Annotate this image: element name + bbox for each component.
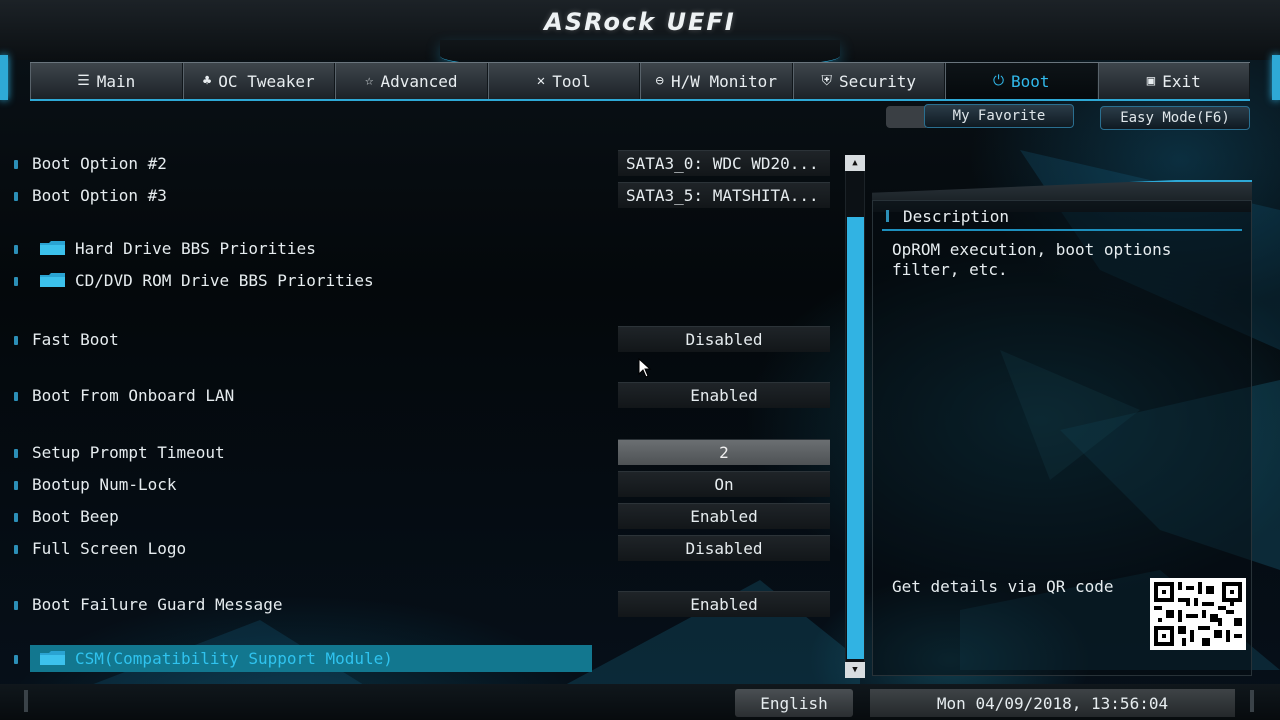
- list-icon: ☰: [77, 73, 90, 89]
- submenu-label: CSM(Compatibility Support Module): [75, 648, 393, 668]
- tab-label: OC Tweaker: [218, 71, 315, 91]
- tab-label: H/W Monitor: [670, 71, 777, 91]
- row-bullet: [14, 192, 18, 201]
- setting-value[interactable]: On: [618, 471, 830, 497]
- header-bullet: [886, 210, 889, 222]
- row-bullet: [14, 336, 18, 345]
- asrock-uefi-logo: ASRock UEFI: [544, 8, 736, 36]
- scroll-up-arrow-icon[interactable]: ▲: [845, 155, 865, 171]
- tab-exit[interactable]: ▣ Exit: [1097, 63, 1250, 99]
- submenu-label: CD/DVD ROM Drive BBS Priorities: [75, 270, 374, 290]
- setting-value[interactable]: Disabled: [618, 326, 830, 352]
- row-bullet: [14, 481, 18, 490]
- tools-icon: ✕: [536, 73, 546, 89]
- setting-label: Boot Beep: [32, 506, 119, 526]
- setting-label: Full Screen Logo: [32, 538, 187, 558]
- right-edge-accent: [1272, 55, 1280, 100]
- tab-security[interactable]: ⛨ Security: [792, 63, 945, 99]
- setting-boot-option-3[interactable]: Boot Option #3 SATA3_5: MATSHITA...: [0, 182, 840, 208]
- description-title: Description: [903, 206, 1009, 226]
- shield-icon: ⛨: [821, 73, 832, 89]
- submenu-cddvd-bbs[interactable]: CD/DVD ROM Drive BBS Priorities: [0, 268, 840, 292]
- setting-value[interactable]: Enabled: [618, 382, 830, 408]
- tab-label: Boot: [1011, 71, 1050, 91]
- setting-label: Boot Option #3: [32, 185, 167, 205]
- tab-label: Exit: [1162, 71, 1201, 91]
- setting-label: Setup Prompt Timeout: [32, 442, 225, 462]
- status-edge-left: [24, 690, 28, 712]
- setting-boot-option-2[interactable]: Boot Option #2 SATA3_0: WDC WD20...: [0, 150, 840, 176]
- folder-icon: [40, 241, 65, 255]
- submenu-csm[interactable]: CSM(Compatibility Support Module): [0, 645, 840, 672]
- setting-boot-failure-guard[interactable]: Boot Failure Guard Message Enabled: [0, 591, 840, 617]
- setting-label: Boot Option #2: [32, 153, 167, 173]
- setting-label: Boot From Onboard LAN: [32, 385, 235, 405]
- tab-main[interactable]: ☰ Main: [30, 63, 183, 99]
- star-icon: ☆: [365, 73, 374, 89]
- tab-advanced[interactable]: ☆ Advanced: [335, 63, 488, 99]
- status-edge-right: [1250, 690, 1254, 712]
- setting-value[interactable]: Enabled: [618, 591, 830, 617]
- row-bullet: [14, 277, 18, 286]
- folder-icon: [40, 273, 65, 287]
- tab-tool[interactable]: ✕ Tool: [487, 63, 640, 99]
- tab-bar: ☰ Main ♣ OC Tweaker ☆ Advanced ✕ Tool ⊖ H/W M…: [30, 62, 1250, 101]
- tab-label: Main: [96, 71, 136, 91]
- setting-setup-prompt-timeout[interactable]: Setup Prompt Timeout 2: [0, 439, 840, 465]
- setting-boot-from-lan[interactable]: Boot From Onboard LAN Enabled: [0, 382, 840, 408]
- folder-icon: [40, 651, 65, 665]
- my-favorite-button[interactable]: My Favorite: [924, 104, 1074, 128]
- datetime-display: Mon 04/09/2018, 13:56:04: [870, 689, 1235, 717]
- favorite-toggle[interactable]: [886, 106, 926, 128]
- tab-label: Tool: [552, 71, 591, 91]
- scrollbar-thumb[interactable]: [847, 217, 864, 659]
- setting-label: Fast Boot: [32, 329, 119, 349]
- scroll-down-arrow-icon[interactable]: ▼: [845, 662, 865, 678]
- setting-fast-boot[interactable]: Fast Boot Disabled: [0, 326, 840, 352]
- row-bullet: [14, 449, 18, 458]
- row-bullet: [14, 513, 18, 522]
- row-bullet: [14, 601, 18, 610]
- setting-full-screen-logo[interactable]: Full Screen Logo Disabled: [0, 535, 840, 561]
- row-bullet: [14, 655, 18, 664]
- power-icon: ⏻: [992, 73, 1005, 89]
- submenu-label: Hard Drive BBS Priorities: [75, 238, 316, 258]
- description-text: OpROM execution, boot options filter, et…: [892, 240, 1172, 279]
- tab-label: Advanced: [380, 71, 458, 91]
- monitor-icon: ⊖: [655, 73, 664, 89]
- tab-hw-monitor[interactable]: ⊖ H/W Monitor: [640, 63, 793, 99]
- row-bullet: [14, 245, 18, 254]
- qr-code-icon: [1154, 582, 1242, 646]
- setting-bootup-num-lock[interactable]: Bootup Num-Lock On: [0, 471, 840, 497]
- left-edge-accent: [0, 55, 8, 100]
- setting-value[interactable]: SATA3_0: WDC WD20...: [618, 150, 830, 176]
- setting-value-input[interactable]: 2: [618, 439, 830, 465]
- tab-oc-tweaker[interactable]: ♣ OC Tweaker: [182, 63, 335, 99]
- qr-code: [1150, 578, 1246, 650]
- setting-label: Boot Failure Guard Message: [32, 594, 283, 614]
- setting-boot-beep[interactable]: Boot Beep Enabled: [0, 503, 840, 529]
- setting-label: Bootup Num-Lock: [32, 474, 177, 494]
- tab-boot[interactable]: ⏻ Boot: [945, 63, 1098, 99]
- easy-mode-button[interactable]: Easy Mode(F6): [1100, 106, 1250, 130]
- row-bullet: [14, 545, 18, 554]
- setting-value[interactable]: Enabled: [618, 503, 830, 529]
- exit-icon: ▣: [1146, 73, 1156, 89]
- header: ASRock UEFI: [0, 0, 1280, 72]
- qr-caption: Get details via QR code: [892, 577, 1114, 596]
- submenu-hard-drive-bbs[interactable]: Hard Drive BBS Priorities: [0, 236, 840, 260]
- setting-value[interactable]: SATA3_5: MATSHITA...: [618, 182, 830, 208]
- mouse-cursor-icon: [638, 358, 652, 378]
- tab-label: Security: [838, 71, 917, 91]
- language-button[interactable]: English: [735, 689, 853, 717]
- setting-value[interactable]: Disabled: [618, 535, 830, 561]
- rocket-icon: ♣: [202, 73, 212, 89]
- description-header: Description: [882, 203, 1242, 231]
- row-bullet: [14, 160, 18, 169]
- row-bullet: [14, 392, 18, 401]
